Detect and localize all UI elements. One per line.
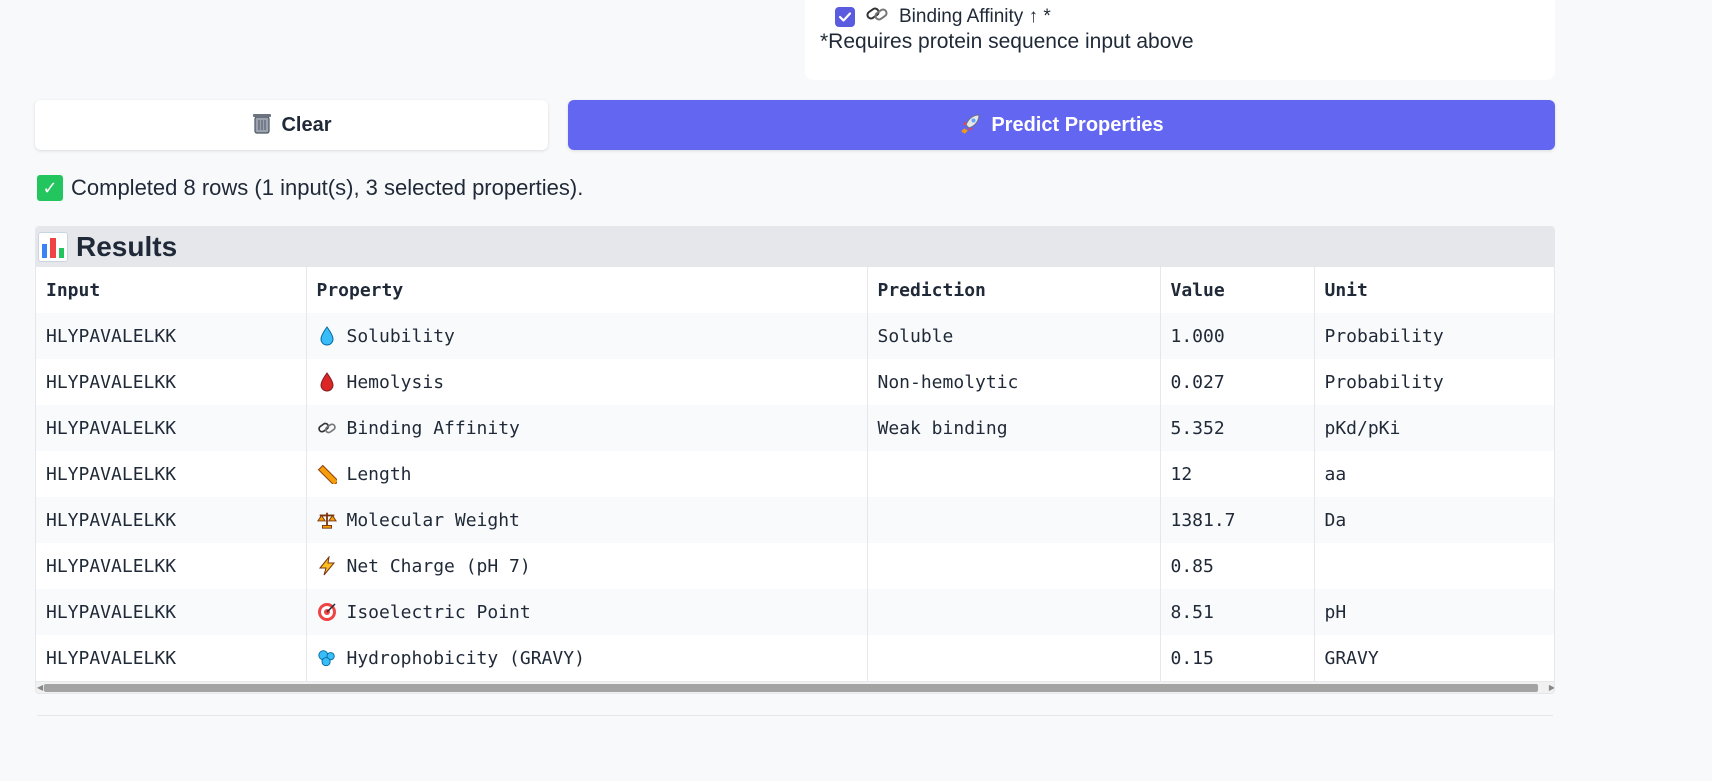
predict-properties-button[interactable]: Predict Properties [568, 100, 1555, 150]
table-header-row: Input Property Prediction Value Unit [36, 267, 1554, 313]
property-options-card: Binding Affinity ↑ * *Requires protein s… [805, 0, 1555, 80]
horizontal-scrollbar[interactable]: ◀ ▶ [36, 681, 1554, 693]
scroll-left-icon[interactable]: ◀ [37, 682, 43, 693]
scales-icon [316, 510, 337, 530]
cell-property: Isoelectric Point [346, 601, 531, 623]
cell-property: Hydrophobicity (GRAVY) [346, 647, 585, 669]
cell-prediction [867, 543, 1161, 589]
cell-property: Molecular Weight [346, 509, 520, 531]
lightning-icon [317, 556, 337, 576]
cell-unit [1314, 543, 1554, 589]
scroll-right-icon[interactable]: ▶ [1549, 682, 1554, 693]
cell-value: 1381.7 [1160, 497, 1315, 543]
table-row: HLYPAVALELKK Hemolysis Non-hemolytic 0.0… [36, 359, 1554, 405]
scrollbar-thumb[interactable] [44, 684, 1538, 692]
bubbles-icon [317, 648, 337, 668]
cell-value: 5.352 [1160, 405, 1315, 451]
binding-affinity-option[interactable]: Binding Affinity ↑ * [835, 4, 1051, 30]
cell-input: HLYPAVALELKK [36, 359, 307, 405]
cell-value: 0.027 [1160, 359, 1315, 405]
link-icon [865, 4, 889, 30]
results-title: Results [76, 231, 178, 262]
cell-input: HLYPAVALELKK [36, 405, 307, 451]
table-row: HLYPAVALELKK Molecular Weight 1381.7 Da [36, 497, 1554, 543]
cell-property: Hemolysis [346, 371, 445, 393]
cell-prediction: Non-hemolytic [867, 359, 1161, 405]
checkmark-icon [838, 12, 852, 22]
requires-sequence-note: *Requires protein sequence input above [820, 30, 1194, 53]
binding-affinity-checkbox[interactable] [835, 7, 855, 27]
cell-value: 12 [1160, 451, 1315, 497]
cell-unit: Da [1314, 497, 1554, 543]
cell-property: Length [346, 463, 412, 485]
table-row: HLYPAVALELKK Isoelectric Point 8.51 pH [36, 589, 1554, 635]
cell-prediction: Soluble [867, 313, 1161, 359]
cell-prediction [867, 589, 1161, 635]
cell-unit: pKd/pKi [1314, 405, 1554, 451]
results-panel: Results Input Property Prediction Value … [35, 226, 1555, 694]
clear-button-label: Clear [281, 113, 332, 136]
cell-prediction [867, 497, 1161, 543]
cell-input: HLYPAVALELKK [36, 635, 307, 681]
column-header-prediction[interactable]: Prediction [867, 267, 1161, 313]
cell-input: HLYPAVALELKK [36, 543, 307, 589]
column-header-unit[interactable]: Unit [1314, 267, 1554, 313]
cell-unit: Probability [1314, 359, 1554, 405]
results-header: Results [36, 227, 1554, 267]
table-row: HLYPAVALELKK Solubility Soluble 1.000 Pr… [36, 313, 1554, 359]
cell-property: Solubility [346, 325, 455, 347]
divider [37, 715, 1553, 716]
cell-input: HLYPAVALELKK [36, 451, 307, 497]
droplet-icon [317, 326, 337, 346]
cell-prediction [867, 451, 1161, 497]
cell-unit: Probability [1314, 313, 1554, 359]
cell-value: 8.51 [1160, 589, 1315, 635]
trash-icon [251, 111, 273, 139]
target-icon [317, 602, 337, 622]
cell-value: 0.85 [1160, 543, 1315, 589]
clear-button[interactable]: Clear [35, 100, 548, 150]
bar-chart-icon [38, 232, 68, 262]
check-mark-icon: ✓ [37, 175, 63, 201]
cell-property: Binding Affinity [346, 417, 520, 439]
cell-prediction: Weak binding [867, 405, 1161, 451]
column-header-input[interactable]: Input [36, 267, 307, 313]
rocket-icon [959, 111, 983, 139]
cell-input: HLYPAVALELKK [36, 589, 307, 635]
cell-property: Net Charge (pH 7) [346, 555, 531, 577]
cell-value: 0.15 [1160, 635, 1315, 681]
table-row: HLYPAVALELKK Binding Affinity Weak bindi… [36, 405, 1554, 451]
ruler-icon [317, 464, 337, 484]
table-row: HLYPAVALELKK Length 12 aa [36, 451, 1554, 497]
cell-unit: aa [1314, 451, 1554, 497]
predict-properties-label: Predict Properties [991, 113, 1164, 136]
table-row: HLYPAVALELKK Net Charge (pH 7) 0.85 [36, 543, 1554, 589]
cell-unit: pH [1314, 589, 1554, 635]
results-table: Input Property Prediction Value Unit HLY… [36, 267, 1554, 681]
column-header-property[interactable]: Property [306, 267, 868, 313]
cell-input: HLYPAVALELKK [36, 497, 307, 543]
cell-value: 1.000 [1160, 313, 1315, 359]
cell-unit: GRAVY [1314, 635, 1554, 681]
status-text: Completed 8 rows (1 input(s), 3 selected… [71, 175, 584, 200]
cell-input: HLYPAVALELKK [36, 313, 307, 359]
table-row: HLYPAVALELKK Hydrophobicity (GRAVY) 0.15… [36, 635, 1554, 681]
status-message: ✓ Completed 8 rows (1 input(s), 3 select… [37, 175, 583, 201]
column-header-value[interactable]: Value [1160, 267, 1315, 313]
cell-prediction [867, 635, 1161, 681]
binding-affinity-option-label: Binding Affinity ↑ * [899, 6, 1051, 27]
link-icon [317, 418, 337, 438]
blood-drop-icon [317, 372, 337, 392]
